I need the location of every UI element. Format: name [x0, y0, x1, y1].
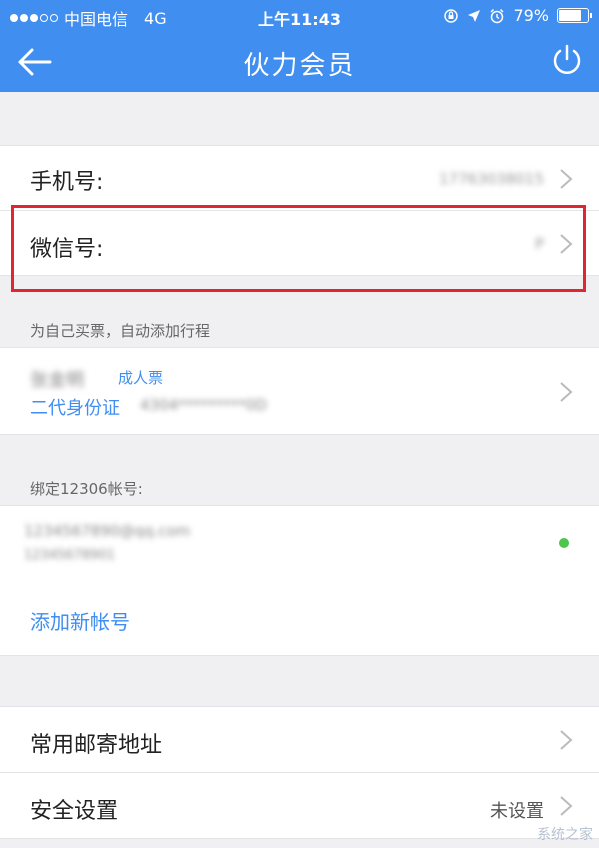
ticket-type-badge: 成人票 — [118, 369, 164, 387]
passenger-section-title: 为自己买票，自动添加行程 — [30, 322, 211, 340]
chevron-right-icon — [560, 169, 573, 189]
security-status: 未设置 — [490, 801, 544, 822]
alarm-icon — [490, 8, 504, 23]
phone-row[interactable]: 手机号: 17763038015 — [0, 145, 599, 211]
add-account-link[interactable]: 添加新帐号 — [30, 606, 130, 635]
status-right: 79% — [443, 6, 592, 25]
passenger-name: 张金明 — [30, 370, 84, 391]
chevron-right-icon — [560, 730, 573, 750]
chevron-right-icon — [560, 382, 573, 402]
railway-account-email: 1234567890@qq.com — [24, 522, 191, 540]
orientation-lock-icon — [444, 8, 459, 23]
security-row[interactable]: 安全设置 未设置 — [0, 772, 599, 839]
address-label: 常用邮寄地址 — [30, 733, 163, 758]
id-type-label: 二代身份证 — [30, 398, 120, 419]
phone-value: 17763038015 — [439, 170, 544, 188]
status-bar: 中国电信 4G 上午11:43 79% — [0, 0, 599, 30]
nav-bar: 伙力会员 — [0, 30, 599, 92]
security-label: 安全设置 — [30, 799, 119, 824]
railway-section-title: 绑定12306帐号: — [30, 480, 143, 498]
add-account-row[interactable]: 添加新帐号 — [0, 580, 599, 656]
battery-percent: 79% — [513, 6, 549, 25]
address-row[interactable]: 常用邮寄地址 — [0, 706, 599, 773]
location-icon — [468, 9, 481, 22]
page-title: 伙力会员 — [243, 51, 356, 81]
chevron-right-icon — [560, 796, 573, 816]
highlight-box — [11, 205, 586, 292]
railway-account-sub: 12345678901 — [24, 548, 115, 563]
battery-icon — [557, 8, 592, 23]
id-number: 4304*********0D — [140, 396, 267, 414]
power-icon[interactable] — [549, 42, 585, 78]
railway-account-row[interactable]: 1234567890@qq.com 12345678901 — [0, 505, 599, 581]
phone-label: 手机号: — [30, 170, 104, 195]
watermark: 系统之家 — [537, 827, 593, 843]
active-status-dot — [559, 538, 569, 548]
passenger-row[interactable]: 张金明 成人票 二代身份证 4304*********0D — [0, 347, 599, 435]
